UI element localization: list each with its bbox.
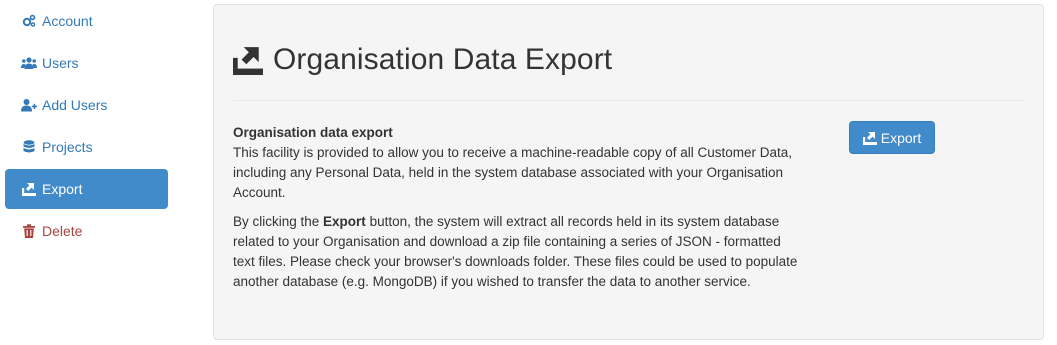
sidebar-item-export[interactable]: Export (5, 169, 168, 209)
sidebar-item-projects[interactable]: Projects (5, 127, 168, 167)
sidebar-item-label: Export (42, 181, 83, 197)
instructions-prefix: By clicking the (233, 214, 324, 229)
trash-icon (21, 223, 37, 239)
database-icon (21, 139, 37, 155)
divider (233, 100, 1024, 101)
sidebar-item-label: Account (42, 13, 93, 29)
export-icon (21, 181, 37, 197)
section-heading: Organisation data export (233, 125, 393, 140)
intro-text: This facility is provided to allow you t… (233, 145, 793, 200)
sidebar-item-users[interactable]: Users (5, 43, 168, 83)
sidebar-item-delete[interactable]: Delete (5, 211, 168, 251)
export-icon (862, 131, 877, 145)
sidebar-item-label: Projects (42, 139, 93, 155)
export-icon (233, 45, 263, 75)
sidebar-item-label: Delete (42, 223, 83, 239)
export-panel: Organisation Data Export Organisation da… (213, 4, 1044, 340)
cogs-icon (21, 13, 37, 29)
sidebar: Account Users Add Users Projects Export … (5, 1, 168, 253)
user-plus-icon (21, 97, 37, 113)
sidebar-item-add-users[interactable]: Add Users (5, 85, 168, 125)
export-button-label: Export (880, 129, 922, 146)
users-icon (21, 55, 37, 71)
export-button[interactable]: Export (849, 121, 935, 154)
sidebar-item-label: Users (42, 55, 79, 71)
sidebar-item-label: Add Users (42, 97, 108, 113)
page-header: Organisation Data Export (233, 43, 612, 77)
sidebar-item-account[interactable]: Account (5, 1, 168, 41)
instructions-bold: Export (323, 214, 366, 229)
export-description: Organisation data export This facility i… (233, 123, 803, 301)
page-title: Organisation Data Export (273, 43, 613, 76)
instructions-text: By clicking the Export button, the syste… (233, 212, 803, 292)
